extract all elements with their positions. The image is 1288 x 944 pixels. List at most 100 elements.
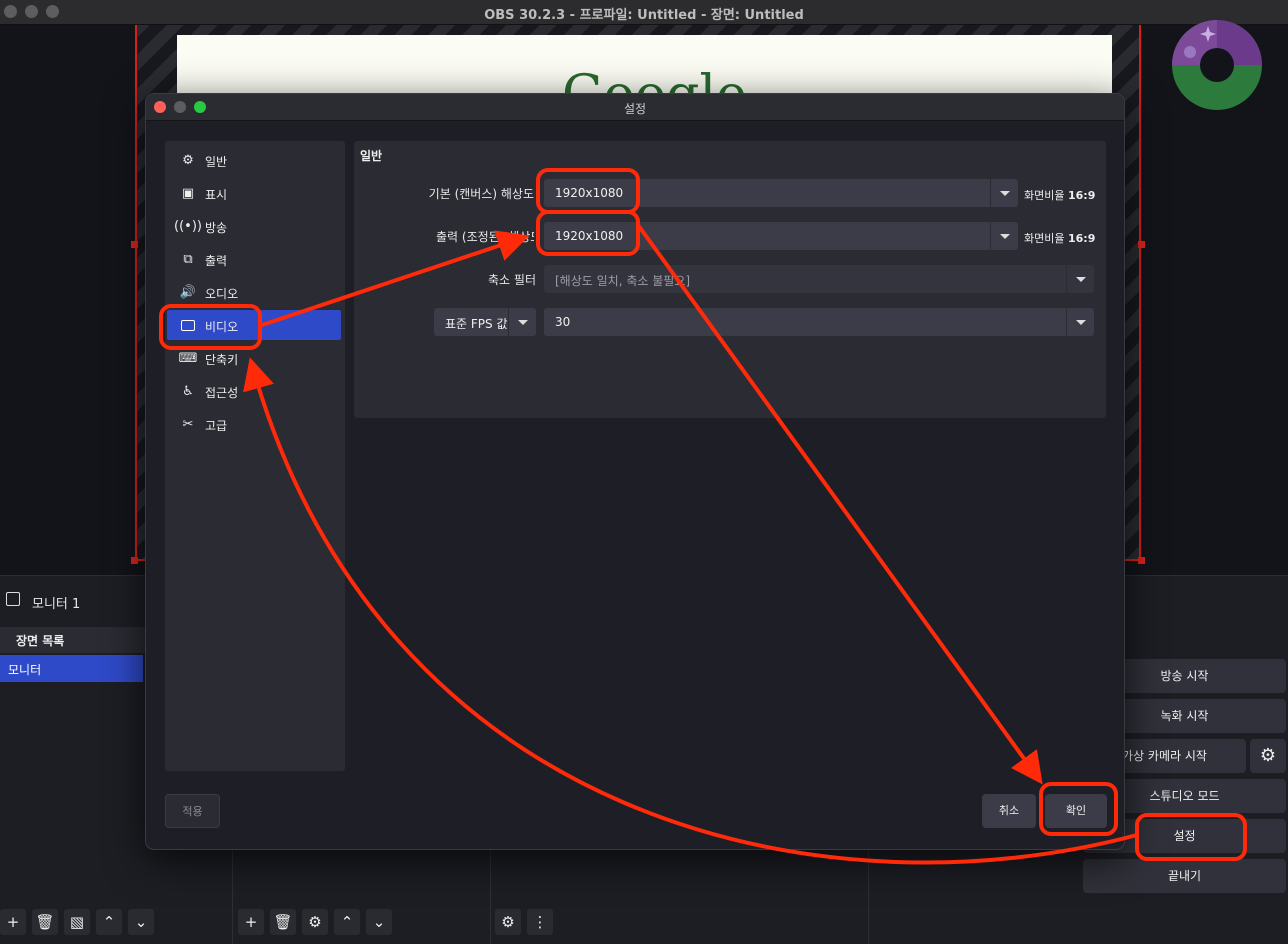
obs-logo-icon	[1172, 20, 1262, 110]
source-properties-button[interactable]: ⚙	[302, 909, 328, 935]
chevron-up-icon: ⌃	[340, 913, 354, 931]
settings-title: 설정	[623, 102, 647, 116]
base-aspect-ratio-value: 16:9	[1067, 189, 1096, 202]
downscale-filter-label: 축소 필터	[488, 273, 536, 287]
video-settings-panel: 일반 기본 (캔버스) 해상도 1920x1080 화면비율 16:9 출력 (…	[354, 141, 1106, 418]
settings-sidebar: ⚙ 일반 ▣ 표시 ((•)) 방송 ⧉ 출력 🔊 오디오 비디오 ⌨ 단축키 …	[165, 141, 345, 771]
sidebar-item-label: 비디오	[205, 320, 239, 334]
sidebar-item-label: 고급	[205, 419, 228, 433]
chevron-up-icon: ⌃	[102, 913, 116, 931]
broadcast-icon: ((•))	[174, 218, 202, 234]
remove-scene-button[interactable]: 🗑	[32, 909, 58, 935]
fps-type-value: 표준 FPS 값	[445, 317, 508, 331]
monitor-icon	[6, 592, 20, 606]
cancel-button[interactable]: 취소	[982, 794, 1036, 828]
chevron-down-icon: ⌄	[134, 913, 148, 931]
sidebar-item-label: 단축키	[205, 353, 239, 367]
mixer-toolbar: ⚙ ⋮	[495, 908, 553, 936]
gear-icon: ⚙	[1259, 745, 1277, 766]
scenes-header: 장면 목록	[0, 627, 145, 653]
accessibility-icon: ♿	[182, 383, 194, 399]
scene-item-label: 모니터	[8, 663, 42, 677]
base-resolution-combo[interactable]: 1920x1080	[544, 179, 1018, 207]
base-aspect-ratio-label: 화면비율	[1024, 189, 1065, 202]
output-aspect-ratio: 화면비율 16:9	[1024, 230, 1095, 246]
apply-button[interactable]: 적용	[165, 794, 220, 828]
downscale-filter-value: [해상도 일치, 축소 불필요]	[555, 274, 691, 288]
sidebar-item-advanced[interactable]: ✂ 고급	[167, 409, 341, 439]
window-title: OBS 30.2.3 - 프로파일: Untitled - 장면: Untitl…	[484, 8, 804, 23]
chevron-down-icon[interactable]	[990, 179, 1018, 207]
audio-settings-button[interactable]: ⚙	[495, 909, 521, 935]
keyboard-icon: ⌨	[178, 350, 198, 366]
obs-screen: OBS 30.2.3 - 프로파일: Untitled - 장면: Untitl…	[0, 0, 1288, 944]
sidebar-item-label: 방송	[205, 221, 228, 235]
resize-handle-left[interactable]	[131, 241, 138, 248]
chevron-down-icon[interactable]	[1066, 308, 1094, 336]
speaker-icon: 🔊	[179, 284, 197, 300]
plus-icon: +	[6, 913, 20, 931]
main-titlebar: OBS 30.2.3 - 프로파일: Untitled - 장면: Untitl…	[0, 0, 1288, 25]
trash-icon: 🗑	[273, 913, 293, 931]
more-vertical-icon: ⋮	[532, 913, 548, 931]
scene-item[interactable]: 모니터	[0, 655, 143, 682]
sidebar-item-label: 오디오	[205, 287, 239, 301]
sidebar-item-label: 일반	[205, 155, 228, 169]
sidebar-item-label: 출력	[205, 254, 228, 268]
sidebar-item-label: 표시	[205, 188, 228, 202]
base-aspect-ratio: 화면비율 16:9	[1024, 187, 1095, 203]
sidebar-item-label: 접근성	[205, 386, 239, 400]
add-scene-button[interactable]: +	[0, 909, 26, 935]
remove-source-button[interactable]: 🗑	[270, 909, 296, 935]
fps-value-combo[interactable]: 30	[544, 308, 1094, 336]
move-scene-down-button[interactable]: ⌄	[128, 909, 154, 935]
gear-icon: ⚙	[182, 152, 194, 168]
monitor-icon	[179, 316, 197, 334]
output-resolution-combo[interactable]: 1920x1080	[544, 222, 1018, 250]
move-scene-up-button[interactable]: ⌃	[96, 909, 122, 935]
trash-icon: 🗑	[35, 913, 55, 931]
sidebar-item-output[interactable]: ⧉ 출력	[167, 244, 341, 274]
sidebar-item-video[interactable]: 비디오	[167, 310, 341, 340]
gear-icon: ⚙	[308, 913, 322, 931]
base-resolution-label-wrap: 기본 (캔버스) 해상도	[354, 185, 534, 201]
ok-button[interactable]: 확인	[1045, 794, 1107, 828]
chevron-down-icon[interactable]	[990, 222, 1018, 250]
sidebar-item-hotkeys[interactable]: ⌨ 단축키	[167, 343, 341, 373]
fps-value: 30	[555, 315, 571, 329]
sidebar-item-audio[interactable]: 🔊 오디오	[167, 277, 341, 307]
tools-icon: ✂	[182, 416, 194, 432]
output-aspect-ratio-label: 화면비율	[1024, 232, 1065, 245]
filter-icon: ▧	[69, 913, 85, 931]
output-icon: ⧉	[183, 251, 193, 267]
output-resolution-value: 1920x1080	[555, 229, 624, 243]
resize-handle-bottom-left[interactable]	[131, 557, 138, 564]
sources-toolbar: + 🗑 ⚙ ⌃ ⌄	[238, 908, 392, 936]
scenes-toolbar: + 🗑 ▧ ⌃ ⌄	[0, 908, 154, 936]
display-icon: ▣	[181, 185, 195, 201]
mixer-menu-button[interactable]: ⋮	[527, 909, 553, 935]
virtual-camera-settings-button[interactable]: ⚙	[1250, 739, 1286, 773]
sidebar-item-accessibility[interactable]: ♿ 접근성	[167, 376, 341, 406]
fps-type-combo[interactable]: 표준 FPS 값	[434, 308, 536, 336]
chevron-down-icon[interactable]	[508, 308, 536, 336]
chevron-down-icon[interactable]	[1066, 265, 1094, 293]
section-title: 일반	[360, 149, 383, 163]
sidebar-item-general[interactable]: ⚙ 일반	[167, 145, 341, 175]
scenes-header-label: 장면 목록	[16, 634, 65, 648]
output-resolution-label-wrap: 출력 (조정된) 해상도	[354, 228, 534, 244]
resize-handle-right[interactable]	[1138, 241, 1145, 248]
sidebar-item-stream[interactable]: ((•)) 방송	[167, 211, 341, 241]
plus-icon: +	[244, 913, 258, 931]
scene-filters-button[interactable]: ▧	[64, 909, 90, 935]
exit-button[interactable]: 끝내기	[1083, 859, 1286, 893]
move-source-down-button[interactable]: ⌄	[366, 909, 392, 935]
resize-handle-bottom-right[interactable]	[1138, 557, 1145, 564]
downscale-filter-combo[interactable]: [해상도 일치, 축소 불필요]	[544, 265, 1094, 293]
add-source-button[interactable]: +	[238, 909, 264, 935]
output-resolution-label: 출력 (조정된) 해상도	[436, 230, 534, 244]
gears-icon: ⚙	[501, 913, 515, 931]
settings-titlebar: 설정	[146, 94, 1124, 121]
sidebar-item-appearance[interactable]: ▣ 표시	[167, 178, 341, 208]
move-source-up-button[interactable]: ⌃	[334, 909, 360, 935]
